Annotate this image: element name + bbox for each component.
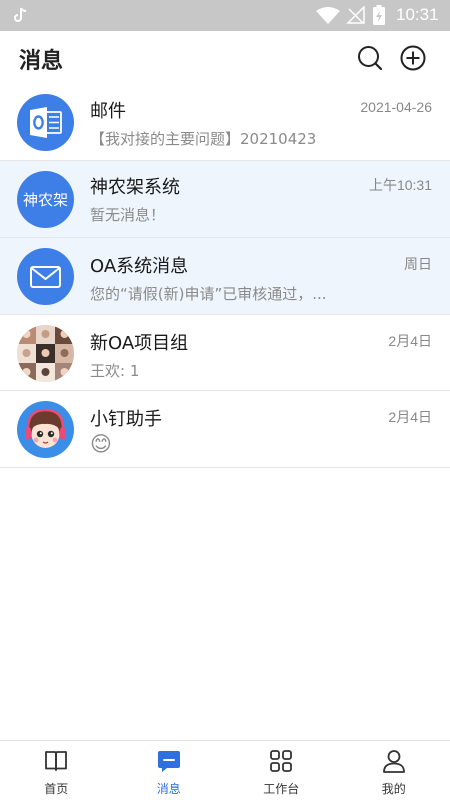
list-item[interactable]: 邮件 2021-04-26 【我对接的主要问题】20210423 <box>0 87 450 161</box>
group-avatar <box>17 325 74 382</box>
conversation-preview: 😊 <box>90 432 112 456</box>
conversation-name: 新OA项目组 <box>90 333 189 354</box>
tiktok-icon <box>14 7 27 22</box>
conversation-preview: 王欢: 1 <box>90 362 140 380</box>
book-icon <box>45 751 68 771</box>
conversation-name: 小钉助手 <box>90 409 162 430</box>
add-icon[interactable] <box>399 44 427 72</box>
conversation-name: 神农架系统 <box>90 177 180 198</box>
mail-icon <box>30 266 61 288</box>
assistant-avatar-icon <box>25 408 66 448</box>
avatar: 神农架 <box>17 171 74 228</box>
list-item[interactable]: 小钉助手 2月4日 😊 <box>0 391 450 468</box>
tab-profile[interactable]: 我的 <box>338 741 450 800</box>
conversation-name: OA系统消息 <box>90 256 189 277</box>
tab-label: 工作台 <box>263 782 300 796</box>
bottom-tab-bar: 首页 消息 工作台 我的 <box>0 740 450 800</box>
conversation-list: 邮件 2021-04-26 【我对接的主要问题】20210423 神农架 神农架… <box>0 87 450 468</box>
avatar <box>17 248 74 305</box>
message-icon <box>157 751 180 772</box>
tab-home[interactable]: 首页 <box>0 741 113 800</box>
avatar <box>17 401 74 458</box>
conversation-preview: 您的“请假(新)申请”已审核通过，... <box>90 285 327 303</box>
conversation-preview: 【我对接的主要问题】20210423 <box>90 130 317 148</box>
tab-workbench[interactable]: 工作台 <box>225 741 338 800</box>
page-title: 消息 <box>19 49 64 74</box>
status-time: 10:31 <box>396 5 439 24</box>
grid-icon <box>270 750 293 772</box>
tab-label: 我的 <box>381 782 406 796</box>
tab-label: 消息 <box>156 782 181 796</box>
conversation-time: 2月4日 <box>388 409 432 425</box>
status-bar: 10:31 <box>0 0 450 31</box>
list-item[interactable]: OA系统消息 周日 您的“请假(新)申请”已审核通过，... <box>0 238 450 315</box>
search-icon[interactable] <box>356 44 384 72</box>
wifi-icon <box>316 7 340 24</box>
conversation-time: 周日 <box>404 256 432 272</box>
tab-label: 首页 <box>44 782 69 796</box>
conversation-name: 邮件 <box>90 101 126 122</box>
conversation-time: 上午10:31 <box>368 177 432 193</box>
list-item[interactable]: 新OA项目组 2月4日 王欢: 1 <box>0 315 450 391</box>
avatar-text: 神农架 <box>22 191 68 209</box>
tab-messages[interactable]: 消息 <box>113 741 226 800</box>
group-photos-icon <box>17 325 74 382</box>
outlook-icon <box>30 107 62 138</box>
conversation-time: 2021-04-26 <box>360 99 432 115</box>
list-item[interactable]: 神农架 神农架系统 上午10:31 暂无消息！ <box>0 161 450 238</box>
battery-icon <box>373 5 385 25</box>
signal-icon <box>346 6 365 24</box>
header: 消息 <box>0 31 450 87</box>
user-icon <box>382 750 405 773</box>
avatar <box>17 94 74 151</box>
conversation-time: 2月4日 <box>388 333 432 349</box>
conversation-preview: 暂无消息！ <box>90 206 166 224</box>
